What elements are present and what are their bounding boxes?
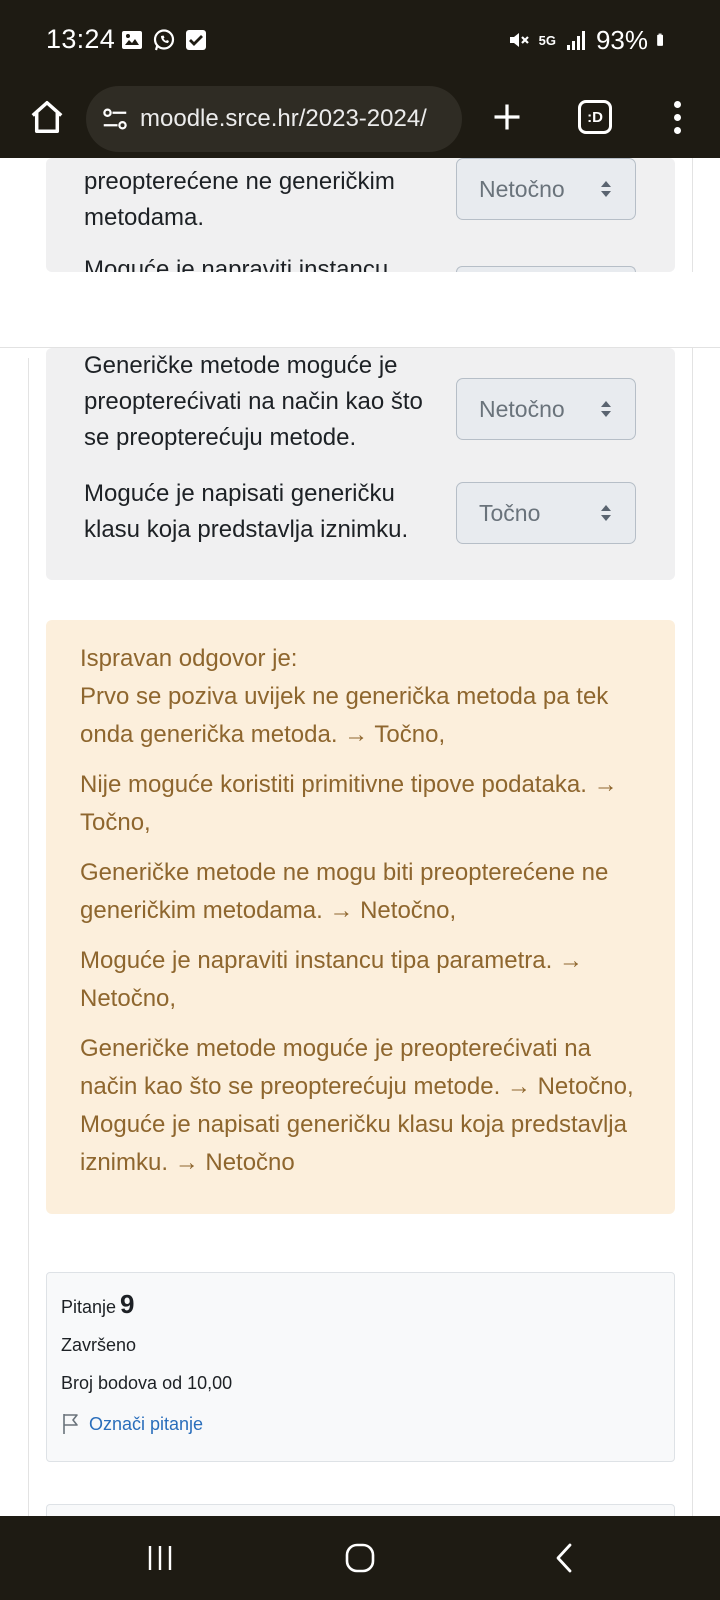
page-content: preopterećene ne generičkim metodama. Ne… [0,158,720,1516]
question-statement: Generičke metode moguće je preopterećiva… [84,352,423,451]
new-tab-button[interactable] [484,92,530,142]
question-number-value: 9 [120,1289,135,1319]
recent-apps-button[interactable] [130,1534,190,1582]
browser-toolbar: moodle.srce.hr/2023-2024/ :D [0,80,720,158]
network-type: 5G [538,32,556,48]
flag-question-label: Označi pitanje [89,1413,204,1434]
feedback-item: Prvo se poziva uvijek ne generička metod… [80,683,609,748]
question-label: Pitanje [61,1297,117,1317]
status-bar: 13:24 5G 93% [0,0,720,80]
status-time: 13:24 [46,24,116,54]
plus-icon [494,104,520,130]
url-text: moodle.srce.hr/2023-2024/ [140,105,427,132]
answer-select[interactable]: Točno [456,482,636,544]
question-answer-box: Generičke metode moguće je preopterećiva… [46,348,675,580]
answer-select[interactable]: Netočno [456,378,636,440]
question-answer-box-top: preopterećene ne generičkim metodama. Ne… [46,158,675,272]
whatsapp-icon [153,29,175,51]
menu-dot [673,113,681,121]
feedback-heading: Ispravan odgovor je: [80,645,298,672]
flag-icon [63,1414,78,1434]
menu-dot [673,126,681,134]
select-arrows-icon [601,505,611,521]
system-icons: 5G 93% [507,24,670,55]
mute-icon [509,33,529,47]
site-settings-icon[interactable] [100,104,130,134]
content-border [692,158,693,1516]
answer-select[interactable]: Netočno [456,158,636,220]
address-bar[interactable]: moodle.srce.hr/2023-2024/ [86,86,462,152]
question-statement: Moguće je napisati generičku klasu koja … [84,480,409,543]
notification-icons [120,26,208,54]
navigation-bar [0,1516,720,1600]
home-nav-icon [345,1543,375,1573]
feedback-item: Generičke metode ne mogu biti preoptereć… [80,859,609,924]
back-icon [556,1543,572,1573]
back-button[interactable] [534,1534,594,1582]
battery-icon [657,33,663,46]
overflow-menu-button[interactable] [662,92,692,142]
home-button[interactable] [22,92,72,142]
question-state: Završeno [61,1335,137,1355]
sticky-overlay-band [0,272,720,348]
content-border [28,358,29,1516]
feedback-item: Moguće je napraviti instancu tipa parame… [80,947,583,1012]
question-statement: preopterećene ne generičkim metodama. [84,168,395,231]
battery-percent: 93% [595,24,648,55]
signal-icon [566,31,585,50]
question-grade: Broj bodova od 10,00 [61,1373,233,1393]
question-info-box: Pitanje 9 Završeno Broj bodova od 10,00 … [46,1272,675,1462]
home-icon [31,101,63,133]
flag-question-link[interactable]: Označi pitanje [61,1413,660,1435]
gallery-icon [122,31,142,49]
next-question-box-edge [46,1504,675,1516]
tab-switcher-button[interactable]: :D [578,100,612,134]
feedback-item: Generičke metode moguće je preopterećiva… [80,1035,634,1176]
question-statement-clipped: Moguće je napraviti instancu [84,256,389,272]
checkbox-notification-icon [186,30,206,50]
select-arrows-icon [601,181,611,197]
select-arrows-icon [601,401,611,417]
feedback-item: Nije moguće koristiti primitivne tipove … [80,771,618,836]
correct-answer-feedback: Ispravan odgovor je: Prvo se poziva uvij… [46,620,675,1214]
recent-apps-icon [148,1546,172,1570]
question-number: Pitanje 9 [61,1289,660,1325]
home-nav-button[interactable] [330,1534,390,1582]
menu-dot [673,100,681,108]
